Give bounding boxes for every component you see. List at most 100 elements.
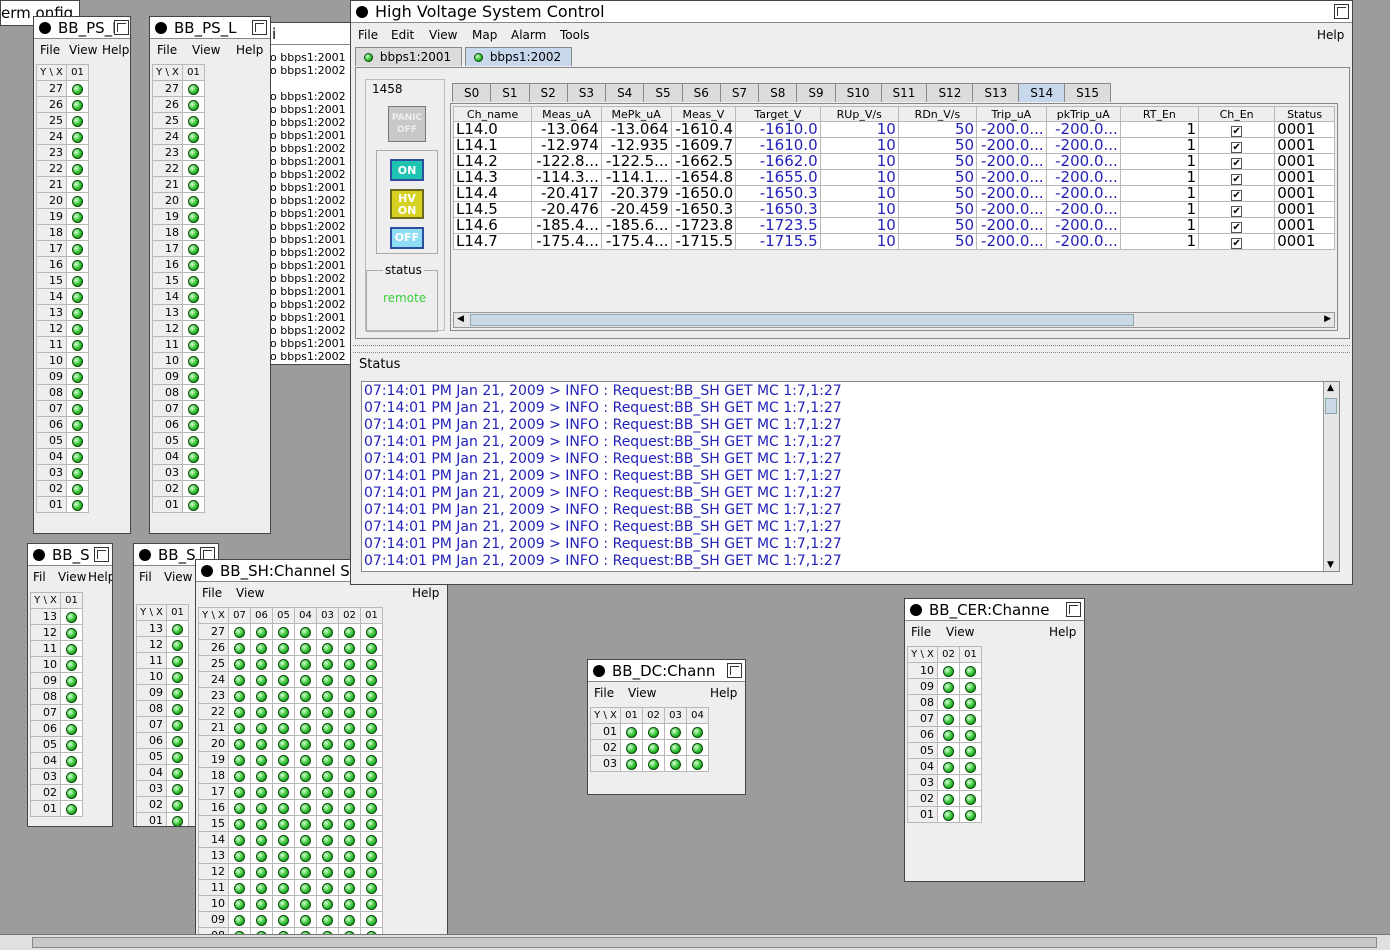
channel-cell[interactable] <box>228 847 251 864</box>
channel-cell[interactable] <box>338 719 361 736</box>
channel-cell[interactable] <box>182 336 205 353</box>
channel-cell[interactable]: 10 <box>819 137 899 154</box>
channel-cell[interactable] <box>66 496 89 513</box>
channel-cell[interactable] <box>272 783 295 800</box>
channel-cell[interactable]: 10 <box>819 153 899 170</box>
channel-cell[interactable] <box>360 895 383 912</box>
bb-dc-titlebar[interactable]: BB_DC:Chann <box>588 660 745 682</box>
channel-cell[interactable] <box>294 815 317 832</box>
channel-cell[interactable]: -200.0... <box>1045 153 1121 170</box>
channel-cell[interactable] <box>294 623 317 640</box>
panic-off-button[interactable]: PANIC OFF <box>388 106 426 142</box>
channel-enable-checkbox[interactable]: ✔ <box>1231 190 1243 201</box>
channel-cell[interactable] <box>272 895 295 912</box>
menu-file[interactable]: Fil <box>139 567 152 587</box>
channel-cell[interactable] <box>228 687 251 704</box>
channel-cell[interactable] <box>360 623 383 640</box>
channel-cell[interactable]: 1 <box>1119 153 1200 170</box>
channel-cell[interactable] <box>959 726 982 743</box>
tab-slot-s5[interactable]: S5 <box>643 83 683 102</box>
channel-cell[interactable] <box>60 720 83 737</box>
channel-cell[interactable] <box>60 784 83 801</box>
channel-cell[interactable] <box>166 620 189 637</box>
bb-cer-titlebar[interactable]: BB_CER:Channe <box>905 599 1084 621</box>
channel-cell[interactable] <box>250 815 273 832</box>
channel-cell[interactable] <box>60 688 83 705</box>
channel-cell[interactable] <box>316 847 339 864</box>
menu-help[interactable]: Help <box>102 40 129 60</box>
channel-cell[interactable] <box>664 739 687 756</box>
menu-view[interactable]: View <box>628 683 656 703</box>
channel-cell[interactable]: ✔ <box>1198 217 1276 234</box>
channel-cell[interactable] <box>166 668 189 685</box>
channel-cell[interactable] <box>66 464 89 481</box>
channel-row[interactable]: L14.0 -13.064 -13.064 -1610.4 -1610.0 10 50 -20… <box>452 121 1335 138</box>
channel-cell[interactable] <box>182 80 205 97</box>
channel-cell[interactable] <box>316 639 339 656</box>
window-menu-icon[interactable] <box>910 604 922 616</box>
bb-ps-l-titlebar[interactable]: BB_PS_L <box>150 17 270 39</box>
channel-cell[interactable] <box>228 671 251 688</box>
channel-cell[interactable] <box>66 240 89 257</box>
window-menu-icon[interactable] <box>201 565 213 577</box>
channel-cell[interactable] <box>60 656 83 673</box>
channel-cell[interactable] <box>250 751 273 768</box>
channel-cell[interactable] <box>228 815 251 832</box>
bb-cer-channel-status-window[interactable]: BB_CER:Channe File View Help Y \ X 02 01 10… <box>904 598 1085 882</box>
channel-cell[interactable] <box>166 700 189 717</box>
scroll-thumb[interactable] <box>470 314 1134 326</box>
channel-cell[interactable] <box>250 847 273 864</box>
menu-file[interactable]: File <box>40 40 60 60</box>
maximize-icon[interactable] <box>252 20 267 35</box>
channel-table[interactable]: Ch_name Meas_uA MePk_uA Meas_V Target_V RUp_V… <box>452 106 1335 250</box>
maximize-icon[interactable] <box>727 663 742 678</box>
channel-cell[interactable] <box>959 710 982 727</box>
tab-slot-s11[interactable]: S11 <box>880 83 928 102</box>
channel-cell[interactable] <box>294 799 317 816</box>
channel-cell[interactable] <box>316 671 339 688</box>
channel-cell[interactable] <box>66 272 89 289</box>
menu-view[interactable]: View <box>429 25 457 45</box>
channel-cell[interactable] <box>228 703 251 720</box>
column-header[interactable]: Status <box>1274 106 1335 122</box>
menu-file[interactable]: File <box>911 622 931 642</box>
channel-cell[interactable]: -200.0... <box>976 121 1047 138</box>
channel-cell[interactable]: -200.0... <box>1045 137 1121 154</box>
channel-cell[interactable] <box>66 176 89 193</box>
channel-cell[interactable] <box>228 799 251 816</box>
channel-cell[interactable] <box>182 288 205 305</box>
channel-cell[interactable] <box>182 464 205 481</box>
channel-cell[interactable]: -200.0... <box>976 153 1047 170</box>
channel-cell[interactable] <box>228 783 251 800</box>
channel-enable-checkbox[interactable]: ✔ <box>1231 238 1243 249</box>
menu-file[interactable]: File <box>594 683 614 703</box>
hv-titlebar[interactable]: High Voltage System Control <box>351 1 1352 23</box>
column-header[interactable]: Target_V <box>735 106 821 122</box>
channel-cell[interactable] <box>664 723 687 740</box>
menu-help[interactable]: Help <box>1049 622 1076 642</box>
channel-enable-checkbox[interactable]: ✔ <box>1231 206 1243 217</box>
channel-cell[interactable] <box>182 304 205 321</box>
channel-cell[interactable] <box>360 799 383 816</box>
channel-cell[interactable] <box>66 80 89 97</box>
channel-cell[interactable] <box>294 879 317 896</box>
channel-cell[interactable] <box>250 639 273 656</box>
channel-cell[interactable]: -200.0... <box>976 201 1047 218</box>
channel-cell[interactable]: 50 <box>897 169 978 186</box>
status-log-panel[interactable]: 07:14:01 PM Jan 21, 2009 > INFO : Reques… <box>361 381 1340 572</box>
channel-cell[interactable] <box>272 703 295 720</box>
channel-cell[interactable] <box>66 192 89 209</box>
maximize-icon[interactable] <box>114 20 129 35</box>
channel-cell[interactable]: -200.0... <box>976 137 1047 154</box>
channel-cell[interactable] <box>959 758 982 775</box>
channel-cell[interactable] <box>228 623 251 640</box>
channel-cell[interactable] <box>642 755 665 772</box>
menu-alarm[interactable]: Alarm <box>511 25 546 45</box>
channel-cell[interactable] <box>228 751 251 768</box>
channel-cell[interactable] <box>182 480 205 497</box>
tab-host-2001[interactable]: bbps1:2001 <box>355 47 463 66</box>
channel-cell[interactable]: 1 <box>1119 169 1200 186</box>
channel-row[interactable]: L14.3 -114.3... -114.1... -1654.8 -1655.0 10 5… <box>452 169 1335 186</box>
channel-row[interactable]: L14.1 -12.974 -12.935 -1609.7 -1610.0 10 50 -20… <box>452 137 1335 154</box>
channel-enable-checkbox[interactable]: ✔ <box>1231 142 1243 153</box>
